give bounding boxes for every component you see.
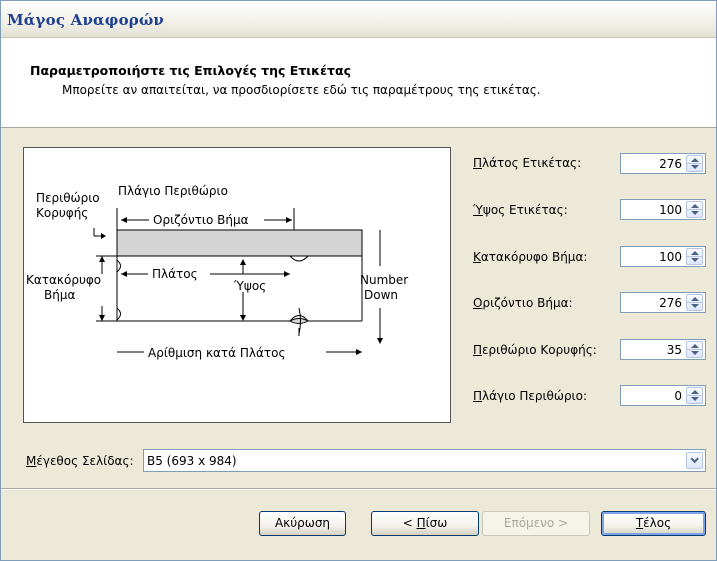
button-label: έλος bbox=[643, 516, 672, 530]
label-text: έγεθος Σελίδας: bbox=[36, 454, 134, 468]
diagram-drawing: Περιθώριο Κορυφής Πλάγιο Περιθώριο Οριζό… bbox=[26, 184, 408, 360]
label-text: λάγιο Περιθώριο: bbox=[482, 389, 588, 403]
top-margin-label: Περιθώριο Κορυφής: bbox=[473, 343, 597, 357]
divider bbox=[687, 302, 702, 303]
label-text: ριζόντιο Βήμα: bbox=[482, 296, 573, 310]
spin-up-icon[interactable] bbox=[691, 344, 699, 348]
next-button[interactable]: Επόμενο > bbox=[482, 511, 590, 536]
label-layout-diagram: Περιθώριο Κορυφής Πλάγιο Περιθώριο Οριζό… bbox=[23, 147, 451, 423]
label-width-label: Πλάτος Ετικέτας: bbox=[473, 156, 581, 170]
page-size-value[interactable]: B5 (693 x 984) bbox=[147, 454, 237, 468]
finish-button[interactable]: Τέλος bbox=[601, 511, 706, 536]
title-bar: Μάγος Αναφορών bbox=[1, 1, 716, 38]
dropdown-arrow-icon[interactable] bbox=[686, 452, 703, 469]
mnemonic: Π bbox=[473, 389, 483, 403]
diagram-height-label: Ύψος bbox=[233, 279, 266, 293]
spin-up-icon[interactable] bbox=[691, 297, 699, 301]
label-width-spinner[interactable]: 276 bbox=[620, 153, 706, 174]
label-text: εριθώριο Κορυφής: bbox=[482, 343, 597, 357]
window-title: Μάγος Αναφορών bbox=[7, 11, 165, 29]
spin-buttons[interactable] bbox=[686, 341, 703, 358]
label-text: ατακόρυφο Βήμα: bbox=[480, 250, 588, 264]
spin-up-icon[interactable] bbox=[691, 204, 699, 208]
spinner-value[interactable]: 276 bbox=[659, 296, 682, 310]
wizard-header: Παραμετροποιήστε τις Επιλογές της Ετικέτ… bbox=[1, 38, 716, 128]
label-row-band bbox=[116, 229, 363, 257]
page-subheading: Μπορείτε αν απαιτείται, να προσδιορίσετε… bbox=[62, 83, 541, 97]
back-button[interactable]: < Πίσω bbox=[371, 511, 479, 536]
vertical-pitch-spinner[interactable]: 100 bbox=[620, 246, 706, 267]
spin-down-icon[interactable] bbox=[691, 258, 699, 262]
horizontal-pitch-label: Οριζόντιο Βήμα: bbox=[473, 296, 573, 310]
diagram-number-down-label-1: Number bbox=[360, 273, 408, 287]
spin-up-icon[interactable] bbox=[691, 251, 699, 255]
label-height-label: Ύψος Ετικέτας: bbox=[473, 203, 568, 217]
spin-buttons[interactable] bbox=[686, 294, 703, 311]
mnemonic: Μ bbox=[26, 454, 37, 468]
divider bbox=[687, 395, 702, 396]
spin-buttons[interactable] bbox=[686, 248, 703, 265]
mnemonic: Π bbox=[416, 516, 426, 530]
spin-down-icon[interactable] bbox=[691, 351, 699, 355]
spin-down-icon[interactable] bbox=[691, 165, 699, 169]
button-label: Επόμενο > bbox=[503, 516, 569, 530]
vertical-pitch-label: Κατακόρυφο Βήμα: bbox=[473, 250, 587, 264]
divider bbox=[687, 256, 702, 257]
spin-up-icon[interactable] bbox=[691, 158, 699, 162]
spin-down-icon[interactable] bbox=[691, 397, 699, 401]
cancel-button[interactable]: Ακύρωση bbox=[259, 511, 346, 536]
spinner-value[interactable]: 276 bbox=[659, 157, 682, 171]
diagram-vertical-pitch-label-1: Κατακόρυφο bbox=[26, 273, 101, 287]
label-text: ψος Ετικέτας: bbox=[482, 203, 568, 217]
spinner-value[interactable]: 35 bbox=[667, 343, 682, 357]
mnemonic: Π bbox=[473, 343, 483, 357]
wizard-window: Μάγος Αναφορών Παραμετροποιήστε τις Επιλ… bbox=[0, 0, 717, 561]
spinner-value[interactable]: 100 bbox=[659, 250, 682, 264]
top-margin-spinner[interactable]: 35 bbox=[620, 339, 706, 360]
label-height-spinner[interactable]: 100 bbox=[620, 199, 706, 220]
divider bbox=[687, 349, 702, 350]
spin-buttons[interactable] bbox=[686, 155, 703, 172]
button-prefix: < bbox=[402, 516, 417, 530]
diagram-number-down-label-2: Down bbox=[364, 288, 398, 302]
diagram-number-across-label: Αρίθμιση κατά Πλάτος bbox=[148, 346, 286, 360]
chevron bbox=[690, 454, 699, 464]
diagram-top-margin-label-2: Κορυφής bbox=[36, 206, 88, 220]
diagram-horizontal-pitch-label: Οριζόντιο Βήμα bbox=[153, 213, 249, 227]
page-size-label: Μέγεθος Σελίδας: bbox=[26, 454, 134, 468]
spin-down-icon[interactable] bbox=[691, 211, 699, 215]
diagram-width-label: Πλάτος bbox=[152, 267, 198, 281]
diagram-top-margin-label-1: Περιθώριο bbox=[36, 191, 100, 205]
diagram-vertical-pitch-label-2: Βήμα bbox=[44, 288, 75, 302]
label-text: λάτος Ετικέτας: bbox=[482, 156, 582, 170]
spin-buttons[interactable] bbox=[686, 387, 703, 404]
mnemonic: Κ bbox=[473, 250, 481, 264]
mnemonic: Π bbox=[473, 156, 483, 170]
spin-down-icon[interactable] bbox=[691, 304, 699, 308]
spin-up-icon[interactable] bbox=[691, 390, 699, 394]
button-label: ίσω bbox=[425, 516, 448, 530]
side-margin-label: Πλάγιο Περιθώριο: bbox=[473, 389, 587, 403]
spin-buttons[interactable] bbox=[686, 201, 703, 218]
mnemonic: Ύ bbox=[473, 203, 483, 217]
spinner-value[interactable]: 100 bbox=[659, 203, 682, 217]
page-size-select[interactable]: B5 (693 x 984) bbox=[143, 449, 706, 472]
horizontal-pitch-spinner[interactable]: 276 bbox=[620, 292, 706, 313]
divider bbox=[687, 209, 702, 210]
diagram-side-margin-label: Πλάγιο Περιθώριο bbox=[118, 184, 228, 198]
spinner-value[interactable]: 0 bbox=[674, 389, 682, 403]
side-margin-spinner[interactable]: 0 bbox=[620, 385, 706, 406]
page-heading: Παραμετροποιήστε τις Επιλογές της Ετικέτ… bbox=[30, 63, 351, 78]
footer-divider-highlight bbox=[1, 489, 716, 490]
divider bbox=[687, 163, 702, 164]
button-label: Ακύρωση bbox=[274, 516, 331, 530]
